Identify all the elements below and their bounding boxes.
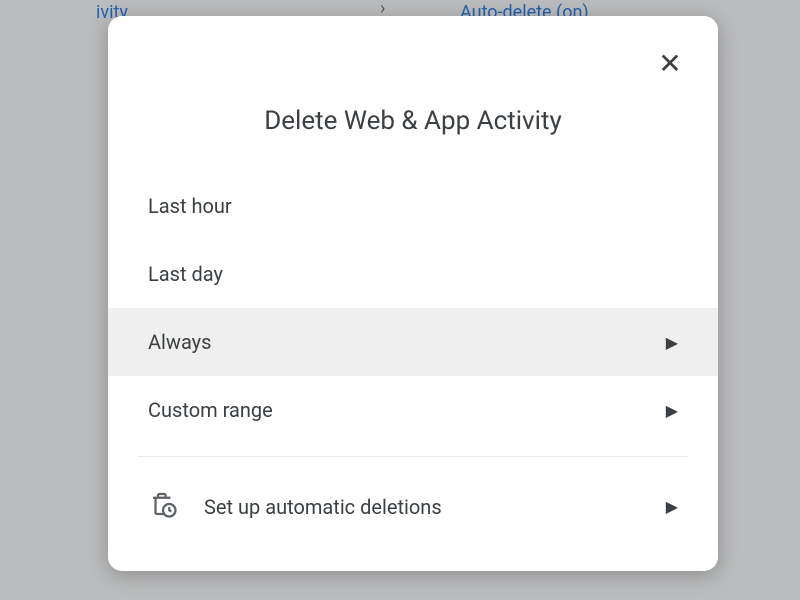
chevron-right-icon: ▶	[666, 333, 678, 352]
setup-auto-deletions[interactable]: Set up automatic deletions ▶	[108, 463, 718, 550]
option-custom-range[interactable]: Custom range ▶	[108, 376, 718, 444]
auto-delete-label: Set up automatic deletions	[204, 495, 666, 519]
option-always[interactable]: Always ▶	[108, 308, 718, 376]
option-label: Last day	[148, 262, 678, 286]
modal-title: Delete Web & App Activity	[108, 106, 718, 136]
close-button[interactable]: ✕	[650, 44, 690, 84]
option-label: Always	[148, 330, 666, 354]
option-last-hour[interactable]: Last hour	[108, 172, 718, 240]
time-range-options: Last hour Last day Always ▶ Custom range…	[108, 172, 718, 444]
option-label: Last hour	[148, 194, 678, 218]
trash-clock-icon	[148, 489, 178, 524]
delete-activity-modal: ✕ Delete Web & App Activity Last hour La…	[108, 16, 718, 571]
close-icon: ✕	[658, 50, 681, 78]
divider	[138, 456, 688, 457]
option-label: Custom range	[148, 398, 666, 422]
chevron-right-icon: ▶	[666, 497, 678, 516]
option-last-day[interactable]: Last day	[108, 240, 718, 308]
chevron-right-icon: ▶	[666, 401, 678, 420]
